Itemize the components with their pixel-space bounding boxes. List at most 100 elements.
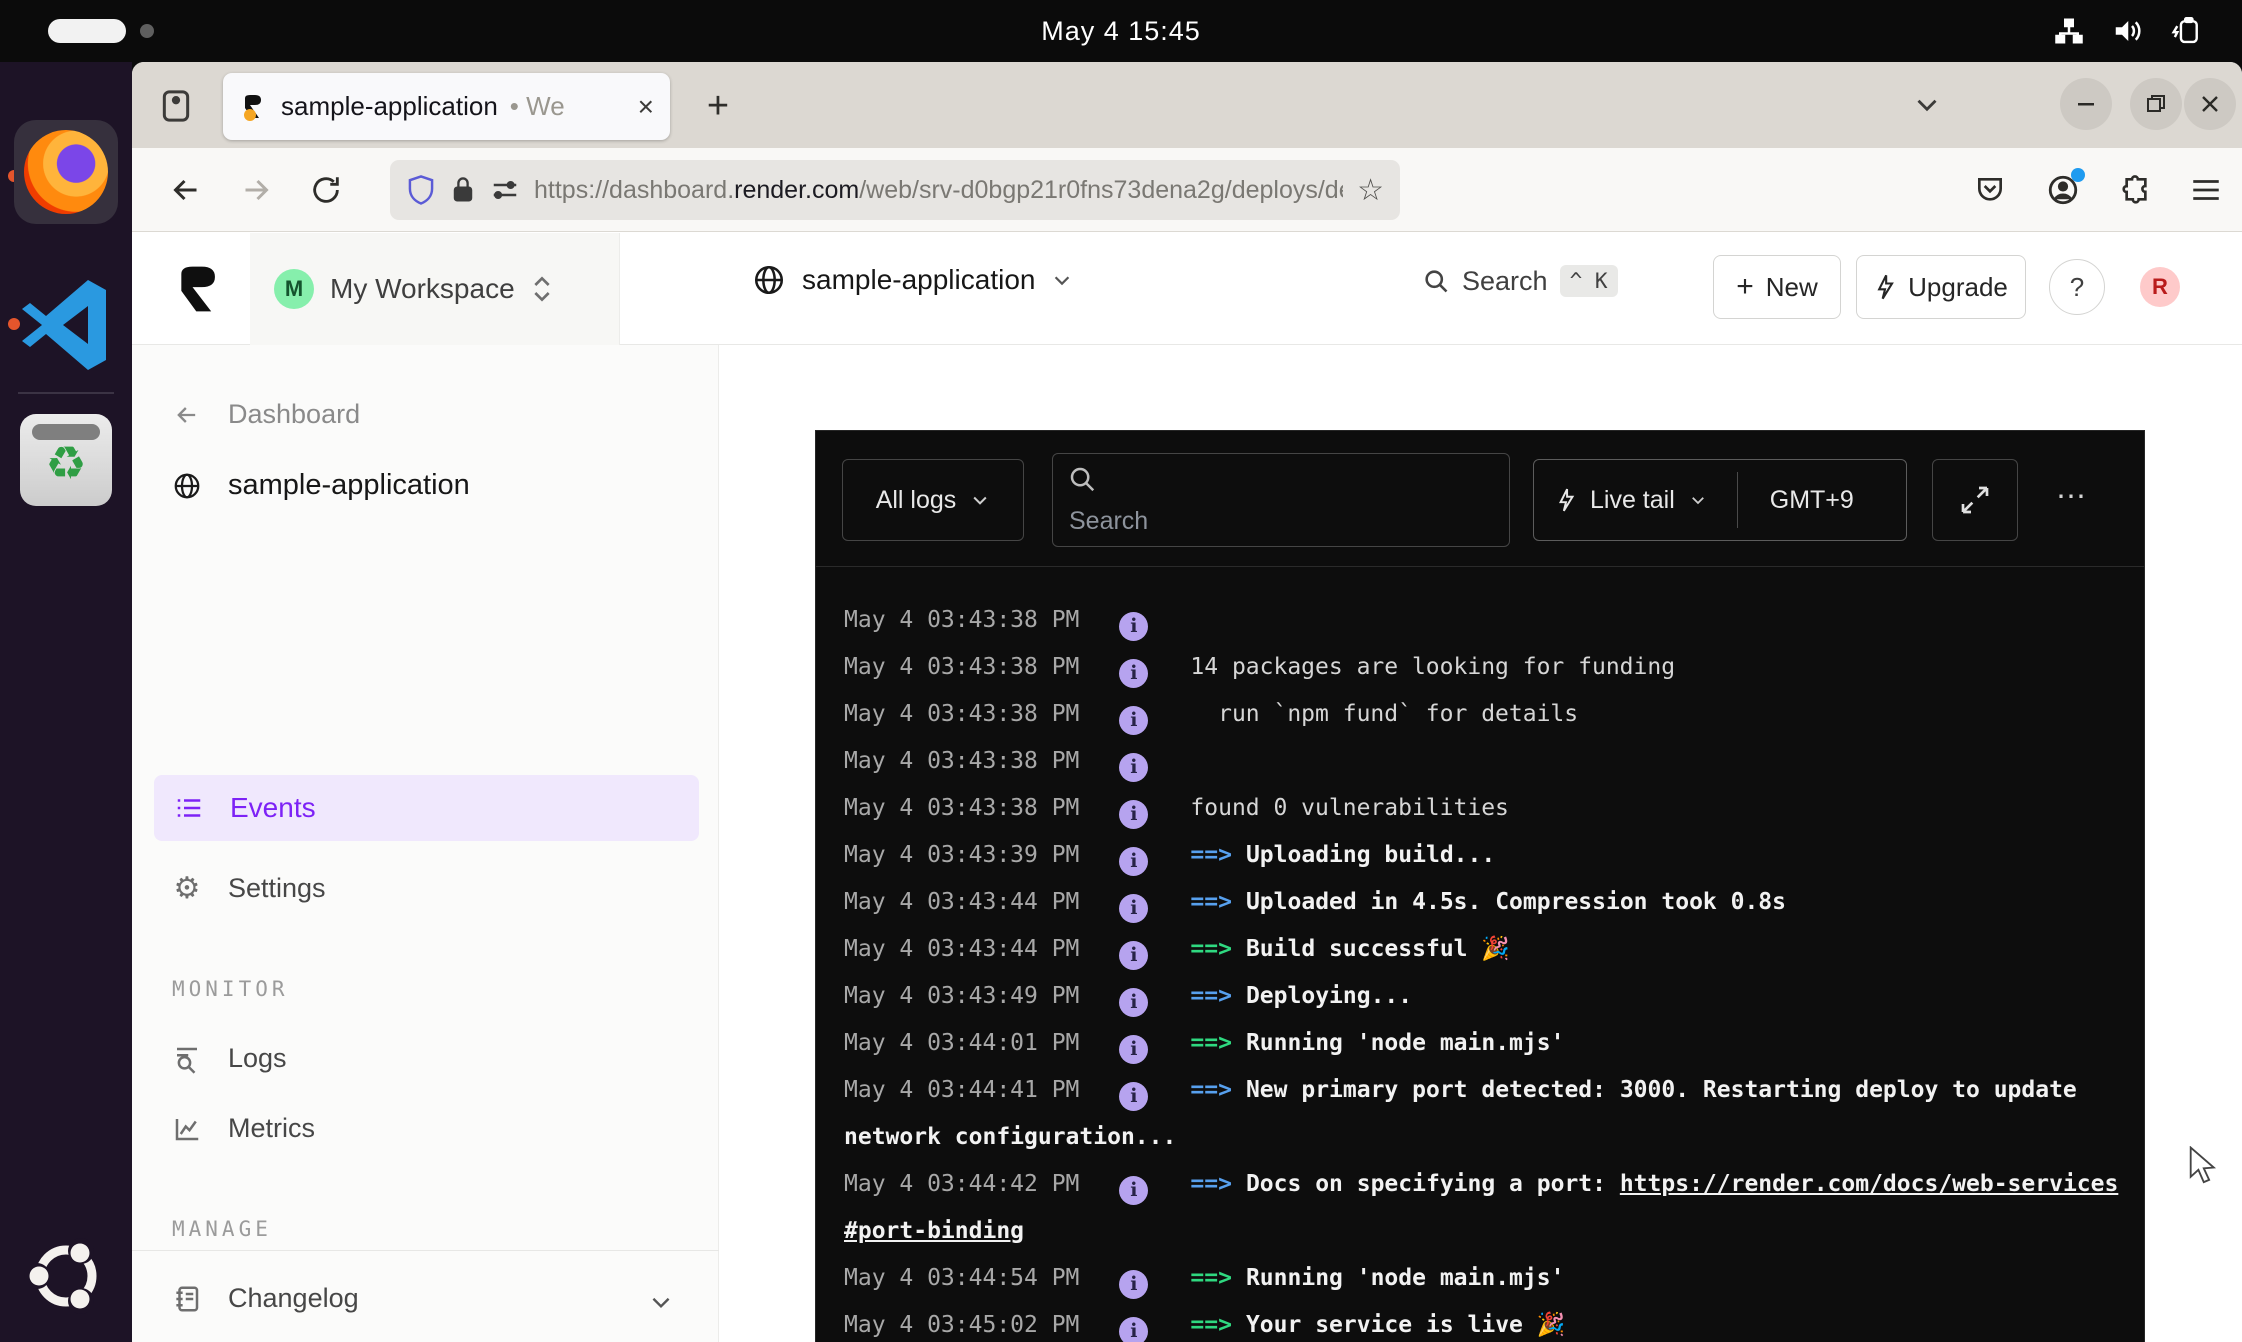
info-icon[interactable]: i xyxy=(1119,800,1148,829)
info-icon[interactable]: i xyxy=(1119,706,1148,735)
active-tab[interactable]: sample-application • We × xyxy=(223,73,670,140)
log-message: Uploading build... xyxy=(1246,842,1495,868)
ubuntu-icon xyxy=(20,1230,112,1322)
log-message: found 0 vulnerabilities xyxy=(1190,795,1509,821)
url-bar[interactable]: https://dashboard.render.com/web/srv-d0b… xyxy=(390,160,1400,220)
lock-icon[interactable] xyxy=(450,175,476,205)
trash-dock-icon[interactable]: ♻ xyxy=(20,414,112,506)
ubuntu-dock-icon[interactable] xyxy=(20,1230,112,1322)
sidebar-item-logs[interactable]: Logs xyxy=(172,1043,287,1074)
workspace-avatar: M xyxy=(274,269,314,309)
live-tail-group[interactable]: Live tail GMT+9 xyxy=(1533,459,1907,541)
plus-icon: + xyxy=(1736,270,1754,304)
log-line: May 4 03:43:44 PMi==>Build successful 🎉 xyxy=(844,926,2120,973)
service-selector[interactable]: sample-application xyxy=(752,263,1073,297)
arrow-left-icon xyxy=(172,400,202,430)
log-arrow: ==> xyxy=(1190,889,1232,915)
url-text[interactable]: https://dashboard.render.com/web/srv-d0b… xyxy=(534,176,1343,205)
account-icon[interactable] xyxy=(2037,164,2089,216)
log-message: 14 packages are looking for funding xyxy=(1190,654,1675,680)
firefox-dock-icon[interactable] xyxy=(14,120,118,224)
search-icon xyxy=(1067,464,1097,494)
log-timestamp: May 4 03:44:01 PM xyxy=(844,1030,1079,1056)
new-button[interactable]: + New xyxy=(1713,255,1841,319)
log-lines[interactable]: May 4 03:43:38 PMiMay 4 03:43:38 PMi14 p… xyxy=(816,567,2146,1342)
permissions-icon[interactable] xyxy=(490,175,520,205)
upgrade-button[interactable]: Upgrade xyxy=(1856,255,2026,319)
changelog-icon xyxy=(172,1284,202,1314)
sidebar-item-events[interactable]: Events xyxy=(154,775,699,841)
network-icon xyxy=(2054,16,2084,46)
tab-close-icon[interactable]: × xyxy=(638,91,654,123)
info-icon[interactable]: i xyxy=(1119,1176,1148,1205)
log-panel: All logs Search Live tail xyxy=(815,430,2145,1342)
info-icon[interactable]: i xyxy=(1119,1317,1148,1342)
search-shortcut: ^ K xyxy=(1560,265,1618,297)
bolt-icon xyxy=(1874,273,1896,301)
info-icon[interactable]: i xyxy=(1119,1270,1148,1299)
pocket-icon[interactable] xyxy=(1964,164,2016,216)
info-icon[interactable]: i xyxy=(1119,753,1148,782)
menu-hamburger-icon[interactable] xyxy=(2180,164,2232,216)
info-icon[interactable]: i xyxy=(1119,847,1148,876)
log-line: May 4 03:43:49 PMi==>Deploying... xyxy=(844,973,2120,1020)
tab-list-chevron-icon[interactable] xyxy=(1910,88,1944,122)
sidebar-back-dashboard[interactable]: Dashboard xyxy=(172,399,360,430)
user-avatar[interactable]: R xyxy=(2140,267,2180,307)
reload-icon[interactable] xyxy=(300,164,352,216)
expand-logs-button[interactable] xyxy=(1932,459,2018,541)
log-filter-dropdown[interactable]: All logs xyxy=(842,459,1024,541)
log-message: Uploaded in 4.5s. Compression took 0.8s xyxy=(1246,889,1786,915)
log-message: Running 'node main.mjs' xyxy=(1246,1030,1565,1056)
extensions-icon[interactable] xyxy=(2110,164,2162,216)
log-timestamp: May 4 03:43:38 PM xyxy=(844,607,1079,633)
system-clock[interactable]: May 4 15:45 xyxy=(0,0,2242,62)
minimize-button[interactable] xyxy=(2060,78,2112,130)
global-search[interactable]: Search ^ K xyxy=(1422,265,1618,297)
sidebar-divider xyxy=(132,1250,719,1251)
log-timestamp: May 4 03:45:02 PM xyxy=(844,1312,1079,1338)
log-arrow: ==> xyxy=(1190,1171,1232,1197)
tracking-shield-icon[interactable] xyxy=(406,174,436,206)
more-options-button[interactable]: ⋯ xyxy=(2056,479,2088,514)
close-window-button[interactable] xyxy=(2184,78,2236,130)
info-icon[interactable]: i xyxy=(1119,659,1148,688)
system-tray[interactable] xyxy=(2054,0,2204,62)
firefox-view-icon[interactable] xyxy=(156,86,196,126)
help-button[interactable]: ? xyxy=(2049,259,2105,315)
screen: May 4 15:45 xyxy=(0,0,2242,1342)
vscode-dock-icon[interactable] xyxy=(16,274,116,374)
gear-icon: ⚙ xyxy=(172,874,202,904)
changelog-chevron-icon[interactable] xyxy=(648,1289,674,1315)
search-icon xyxy=(1422,267,1450,295)
info-icon[interactable]: i xyxy=(1119,612,1148,641)
forward-icon[interactable] xyxy=(230,164,282,216)
sidebar-item-changelog[interactable]: Changelog xyxy=(172,1283,359,1314)
info-icon[interactable]: i xyxy=(1119,1082,1148,1111)
info-icon[interactable]: i xyxy=(1119,941,1148,970)
info-icon[interactable]: i xyxy=(1119,988,1148,1017)
account-notification-dot xyxy=(2071,168,2085,182)
info-icon[interactable]: i xyxy=(1119,894,1148,923)
system-top-bar: May 4 15:45 xyxy=(0,0,2242,62)
log-timestamp: May 4 03:43:44 PM xyxy=(844,936,1079,962)
log-message: run `npm fund` for details xyxy=(1190,701,1578,727)
bookmark-star-icon[interactable]: ☆ xyxy=(1357,173,1384,208)
workspace-selector[interactable]: M My Workspace xyxy=(250,233,619,345)
render-logo[interactable] xyxy=(172,261,228,317)
info-icon[interactable]: i xyxy=(1119,1035,1148,1064)
mouse-cursor xyxy=(2186,1146,2220,1186)
back-icon[interactable] xyxy=(160,164,212,216)
timezone-button[interactable]: GMT+9 xyxy=(1770,486,1854,515)
sidebar-item-metrics[interactable]: Metrics xyxy=(172,1113,315,1144)
log-search-box[interactable]: Search xyxy=(1052,453,1510,547)
activities-pill[interactable] xyxy=(48,19,126,43)
sidebar: Dashboard sample-application xyxy=(132,345,719,1342)
log-arrow: ==> xyxy=(1190,983,1232,1009)
maximize-button[interactable] xyxy=(2130,78,2182,130)
new-tab-button[interactable]: + xyxy=(692,80,744,132)
log-line: May 4 03:44:54 PMi==>Running 'node main.… xyxy=(844,1255,2120,1302)
sidebar-item-settings[interactable]: ⚙ Settings xyxy=(172,873,326,904)
sidebar-heading-monitor: MONITOR xyxy=(172,977,289,1001)
sidebar-service-name[interactable]: sample-application xyxy=(172,469,470,502)
